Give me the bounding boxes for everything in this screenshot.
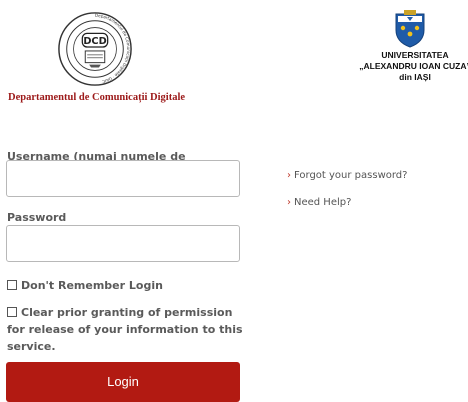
uaic-line-2: „ALEXANDRU IOAN CUZA” bbox=[359, 61, 468, 71]
dont-remember-login-option[interactable]: Don't Remember Login bbox=[7, 277, 163, 294]
uaic-line-3: din IAȘI bbox=[399, 72, 431, 82]
uaic-line-1: UNIVERSITATEA bbox=[381, 50, 449, 60]
forgot-password-label: Forgot your password? bbox=[294, 170, 408, 181]
need-help-label: Need Help? bbox=[294, 197, 352, 208]
dcd-department-name: Departamentul de Comunicații Digitale bbox=[8, 92, 186, 103]
clear-permission-option[interactable]: Clear prior granting of permission for r… bbox=[7, 304, 247, 355]
login-button[interactable]: Login bbox=[6, 362, 240, 402]
dcd-logo: Departamentul de Comunicații Digitale · … bbox=[58, 12, 132, 86]
uaic-crest-icon bbox=[395, 10, 425, 48]
forgot-password-link[interactable]: › Forgot your password? bbox=[287, 170, 407, 181]
dcd-logo-text: DCD bbox=[83, 36, 106, 47]
uaic-name: UNIVERSITATEA „ALEXANDRU IOAN CUZA” din … bbox=[330, 50, 468, 83]
username-input[interactable] bbox=[6, 160, 240, 197]
need-help-link[interactable]: › Need Help? bbox=[287, 197, 351, 208]
chevron-right-icon: › bbox=[287, 170, 291, 181]
clear-permission-label: Clear prior granting of permission for r… bbox=[7, 306, 243, 353]
dont-remember-login-checkbox[interactable] bbox=[7, 280, 17, 290]
password-input[interactable] bbox=[6, 225, 240, 262]
clear-permission-checkbox[interactable] bbox=[7, 307, 17, 317]
chevron-right-icon: › bbox=[287, 197, 291, 208]
dont-remember-login-label: Don't Remember Login bbox=[21, 279, 163, 292]
